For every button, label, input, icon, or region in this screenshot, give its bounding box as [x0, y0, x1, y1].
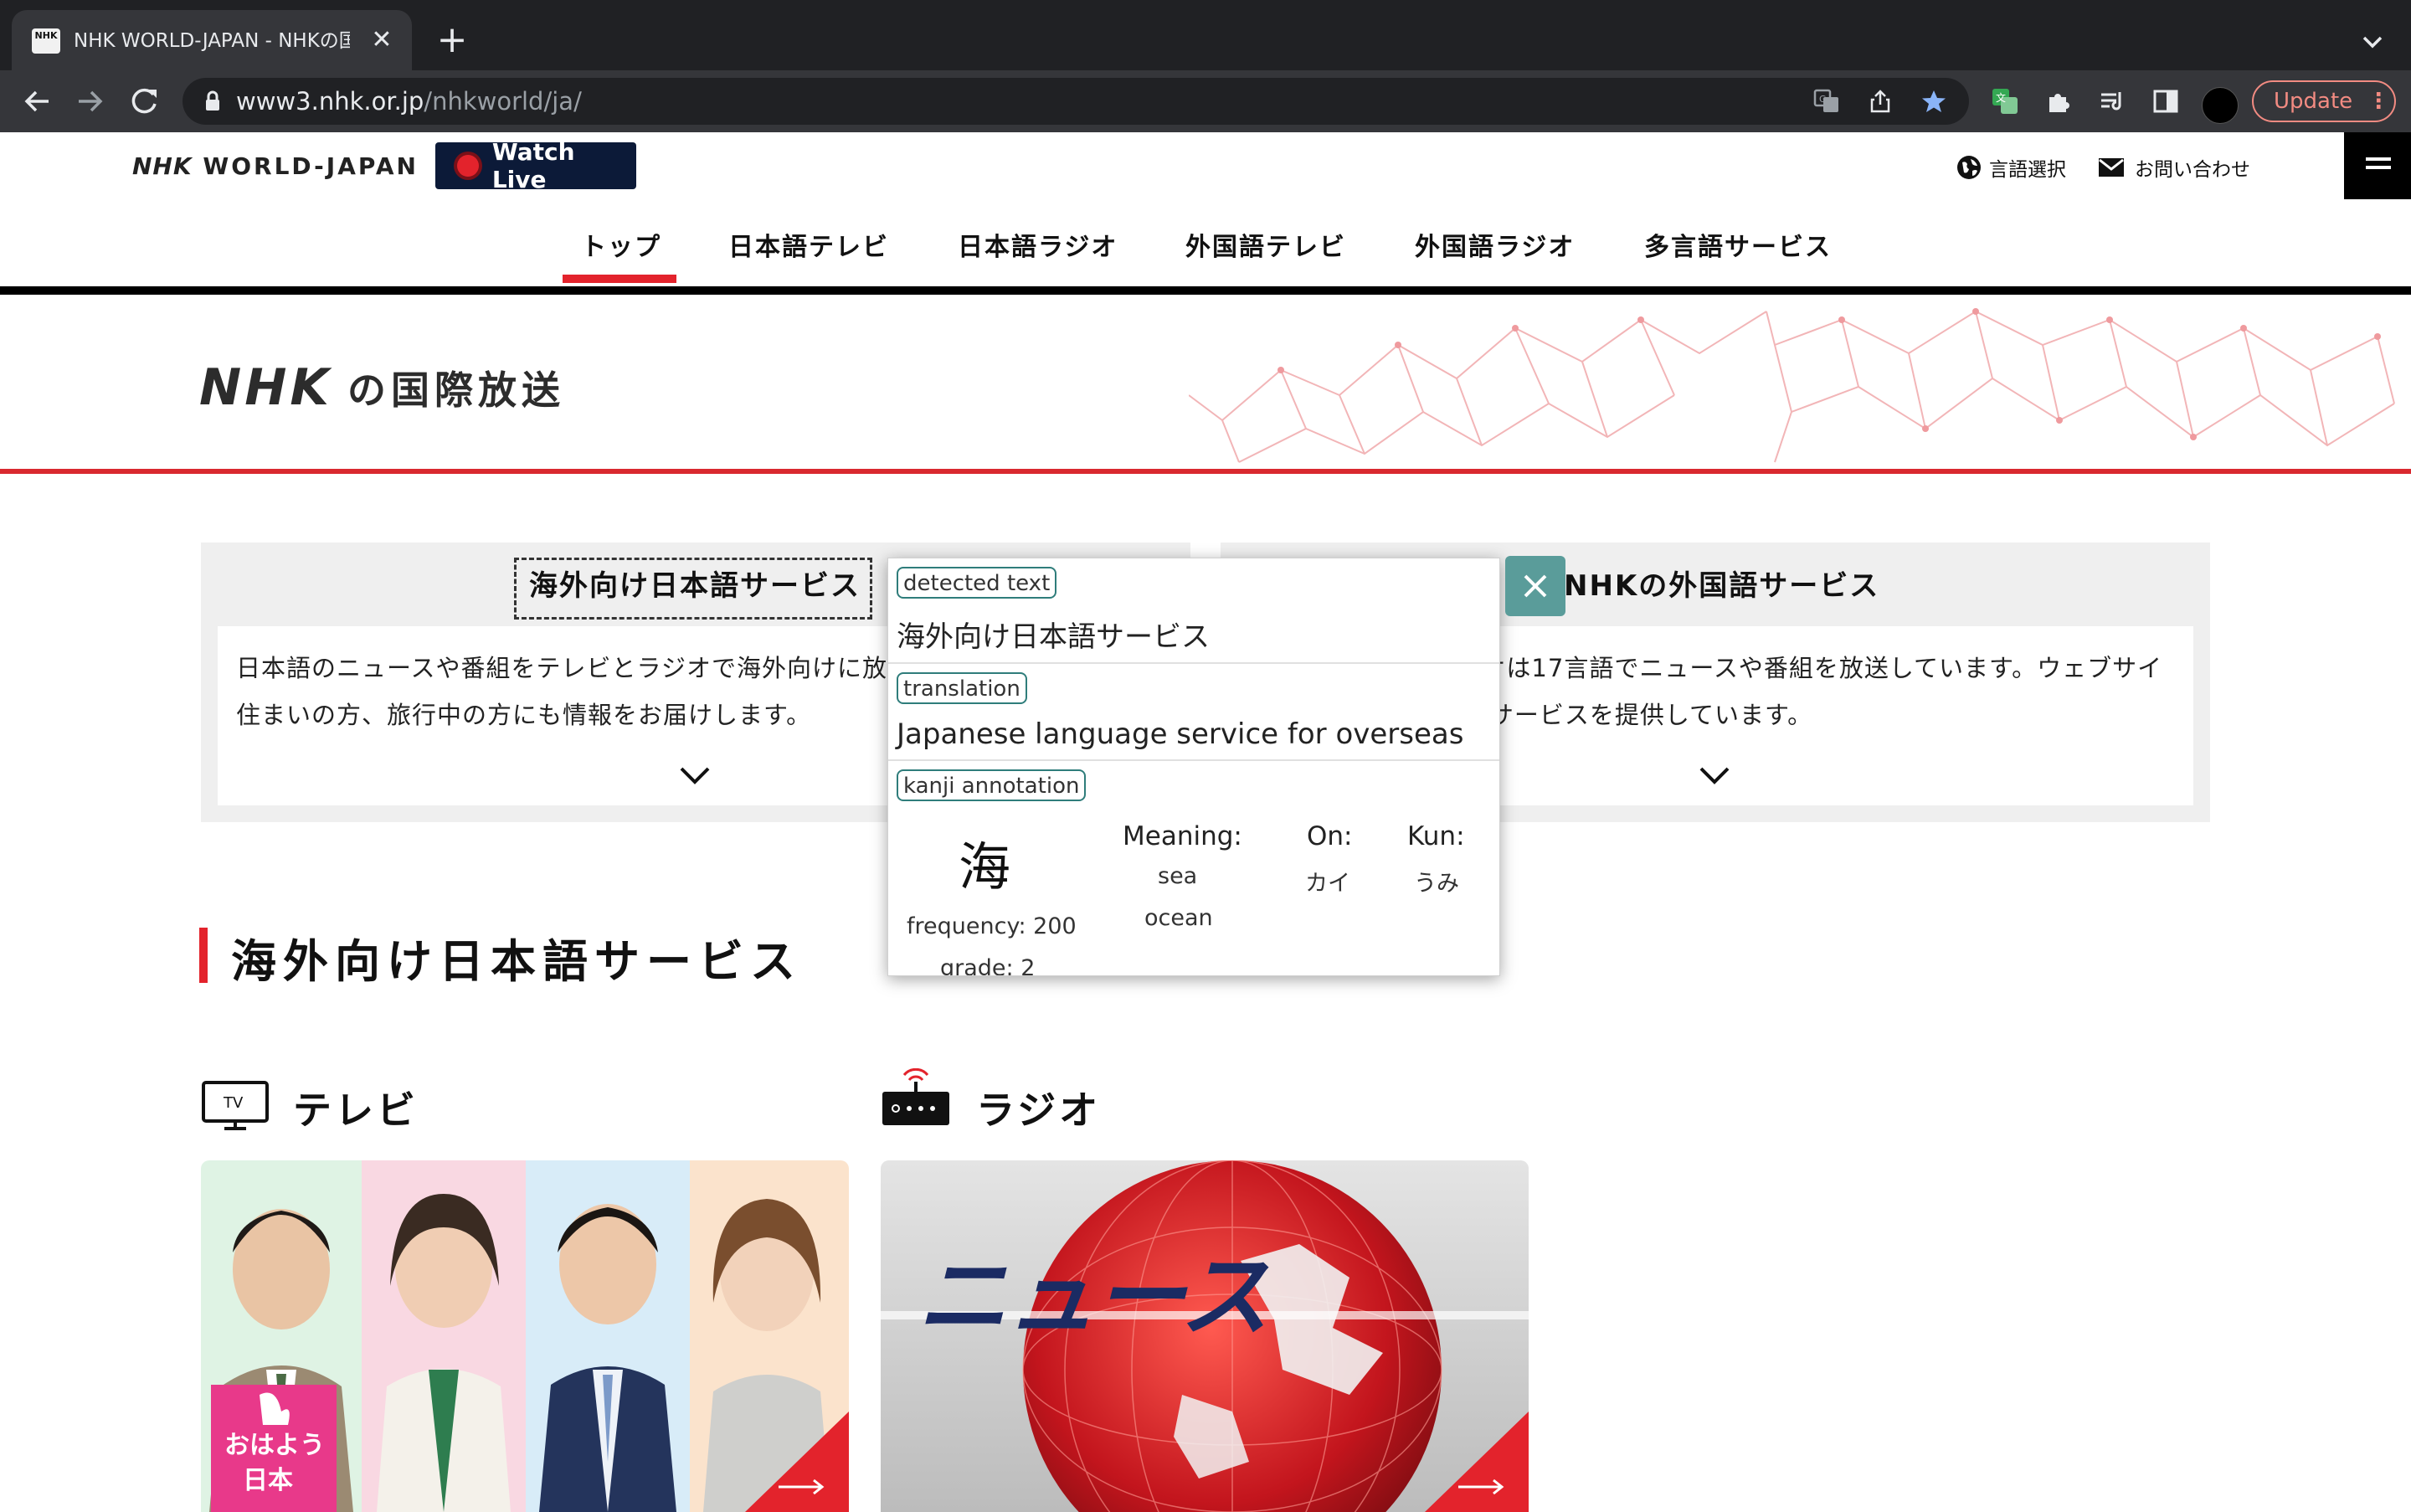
- chevron-down-icon[interactable]: [1698, 764, 1731, 787]
- kanji-character: 海: [959, 836, 1011, 897]
- live-indicator-icon: [457, 155, 479, 177]
- detected-text-tag: detected text: [897, 567, 1057, 599]
- update-button[interactable]: Update ⋮: [2252, 80, 2396, 122]
- nav-item-multilingual[interactable]: 多言語サービス: [1644, 226, 1832, 263]
- news-headline: ニュース: [918, 1245, 1269, 1350]
- translate-page-icon[interactable]: G: [1813, 88, 1840, 115]
- meaning-value-2: ocean: [1144, 905, 1213, 931]
- tab-search-chevron-icon[interactable]: [2354, 23, 2391, 60]
- browser-tab[interactable]: NHK NHK WORLD-JAPAN - NHKの国 ✕: [12, 10, 412, 70]
- hero-banner: NHK の国際放送: [0, 295, 2411, 472]
- radio-icon: [882, 1068, 949, 1125]
- reload-icon[interactable]: [121, 78, 167, 125]
- translation-popup: detected text 海外向け日本語サービス translation Ja…: [887, 558, 1500, 976]
- extensions-puzzle-icon[interactable]: [2044, 87, 2073, 116]
- browser-toolbar: www3.nhk.or.jp/nhkworld/ja/ G 文 Update ⋮: [0, 70, 2411, 132]
- presenters-image: おはよう 日本: [201, 1160, 849, 1512]
- translation-text: Japanese language service for overseas: [897, 717, 1464, 751]
- watch-live-label: Watch Live: [491, 138, 575, 193]
- on-reading-value: カイ: [1305, 871, 1350, 897]
- side-panel-icon[interactable]: [2151, 87, 2180, 116]
- section-title: 海外向け日本語サービス: [231, 935, 802, 988]
- svg-text:文: 文: [1996, 91, 2006, 104]
- url-host: www3.nhk.or.jp: [236, 87, 424, 116]
- nav-divider: [0, 286, 2411, 295]
- contact-label: お問い合わせ: [2135, 159, 2250, 181]
- world-map-network-graphic: [1189, 308, 2395, 463]
- forward-arrow-icon[interactable]: [67, 78, 114, 125]
- kanji-annotation-tag: kanji annotation: [897, 769, 1087, 801]
- hero-title: NHK の国際放送: [199, 358, 565, 417]
- ohayo-badge-line2: 日本: [243, 1466, 293, 1495]
- more-menu-icon: ⋮: [2367, 89, 2390, 114]
- share-icon[interactable]: [1867, 88, 1894, 115]
- address-bar[interactable]: www3.nhk.or.jp/nhkworld/ja/ G: [182, 78, 1969, 125]
- kun-reading-heading: Kun:: [1407, 821, 1465, 851]
- close-icon: [1524, 574, 1547, 598]
- tv-category-label: テレビ: [293, 1088, 419, 1133]
- kanji-grade: grade: 2: [940, 955, 1036, 976]
- chevron-down-icon[interactable]: [678, 764, 712, 787]
- tab-close-icon[interactable]: ✕: [367, 25, 397, 55]
- ohayo-nippon-tile[interactable]: おはよう 日本: [201, 1160, 849, 1512]
- tab-title: NHK WORLD-JAPAN - NHKの国: [74, 30, 350, 52]
- detected-text: 海外向け日本語サービス: [897, 620, 1210, 654]
- ohayo-badge-line1: おはよう: [224, 1431, 325, 1460]
- logo-world-japan: WORLD-JAPAN: [203, 152, 419, 180]
- language-select-link[interactable]: 言語選択: [1956, 151, 2066, 184]
- mail-icon: [2099, 158, 2124, 177]
- meaning-heading: Meaning:: [1123, 821, 1242, 851]
- reading-list-icon[interactable]: [2098, 87, 2126, 116]
- hero-red-divider: [0, 469, 2411, 474]
- menu-bar-icon: [2366, 166, 2391, 169]
- radio-category-label: ラジオ: [976, 1088, 1102, 1133]
- nav-item-japanese-tv[interactable]: 日本語テレビ: [728, 226, 889, 263]
- main-nav: トップ 日本語テレビ 日本語ラジオ 外国語テレビ 外国語ラジオ 多言語サービス: [0, 201, 2411, 286]
- news-radio-tile[interactable]: ニュース: [881, 1160, 1529, 1512]
- hamburger-menu-button[interactable]: [2344, 132, 2411, 199]
- section-accent-bar: [199, 928, 208, 983]
- lock-icon[interactable]: [201, 90, 224, 113]
- watch-live-button[interactable]: Watch Live: [435, 138, 636, 193]
- url-path: /nhkworld/ja/: [424, 87, 582, 116]
- bookmark-star-icon[interactable]: [1920, 88, 1947, 115]
- translate-extension-icon[interactable]: 文: [1991, 87, 2019, 116]
- nav-item-top[interactable]: トップ: [581, 226, 661, 263]
- hero-subtitle: の国際放送: [347, 368, 565, 413]
- hero-nhk-logo: NHK: [199, 358, 332, 417]
- translation-tag: translation: [897, 672, 1027, 704]
- kun-reading-value: うみ: [1414, 871, 1459, 897]
- news-globe-image: ニュース: [881, 1160, 1529, 1512]
- new-tab-icon[interactable]: +: [434, 22, 470, 59]
- back-arrow-icon[interactable]: [13, 78, 60, 125]
- contact-link[interactable]: お問い合わせ: [2098, 151, 2250, 184]
- card-title: NHKの外国語サービス: [1564, 569, 1880, 603]
- nav-item-foreign-radio[interactable]: 外国語ラジオ: [1415, 226, 1575, 263]
- tv-icon: TV: [202, 1081, 269, 1130]
- nav-item-foreign-tv[interactable]: 外国語テレビ: [1185, 226, 1346, 263]
- menu-bar-icon: [2366, 157, 2391, 161]
- close-popup-button[interactable]: [1505, 556, 1565, 616]
- update-label: Update: [2274, 89, 2353, 114]
- logo-nhk: NHK: [132, 152, 193, 180]
- tv-icon-text: TV: [223, 1094, 244, 1112]
- nav-item-japanese-radio[interactable]: 日本語ラジオ: [958, 226, 1118, 263]
- browser-tab-strip: NHK NHK WORLD-JAPAN - NHKの国 ✕ +: [0, 0, 2411, 70]
- popup-divider: [888, 662, 1499, 664]
- nav-active-indicator: [563, 275, 676, 283]
- kanji-frequency: frequency: 200: [907, 913, 1077, 939]
- svg-text:G: G: [1819, 94, 1827, 105]
- nhk-favicon-icon: NHK: [32, 28, 60, 54]
- profile-avatar[interactable]: [2202, 87, 2239, 124]
- language-select-label: 言語選択: [1989, 159, 2066, 181]
- detected-text-highlight: [514, 558, 872, 620]
- on-reading-heading: On:: [1307, 821, 1353, 851]
- url-text: www3.nhk.or.jp/nhkworld/ja/: [236, 78, 582, 125]
- meaning-value-1: sea: [1158, 863, 1198, 889]
- nhk-world-japan-logo[interactable]: NHK WORLD-JAPAN: [132, 152, 419, 180]
- globe-icon: [1957, 156, 1981, 179]
- site-header: NHK WORLD-JAPAN Watch Live 言語選択 お問い合わせ: [0, 132, 2411, 202]
- popup-divider: [888, 759, 1499, 761]
